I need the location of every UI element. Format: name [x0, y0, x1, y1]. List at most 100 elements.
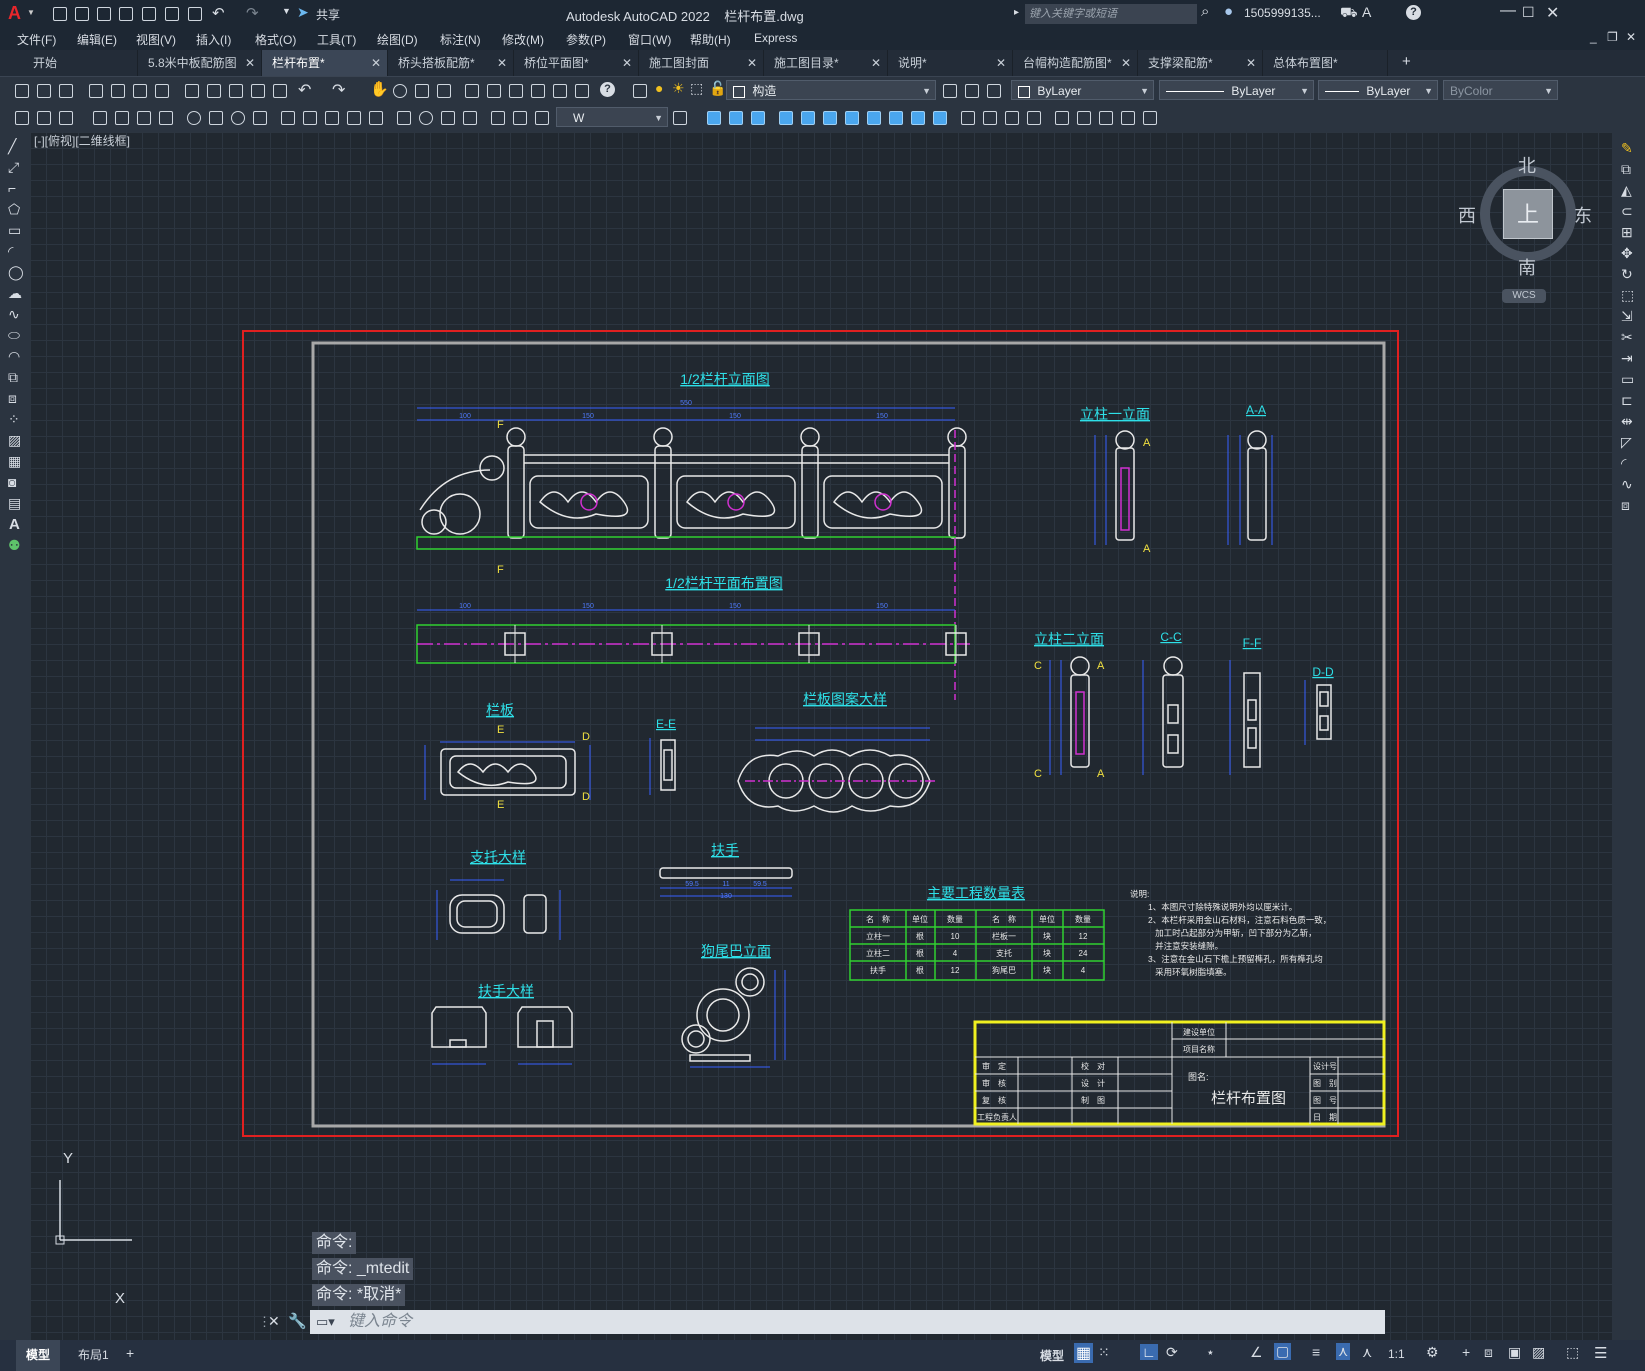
tab-drawing[interactable]: 支撑梁配筋* ✕	[1138, 50, 1263, 76]
table-icon[interactable]: ▤	[8, 495, 21, 512]
layout-tab-model[interactable]: 模型	[16, 1340, 61, 1371]
share-button[interactable]: 共享	[316, 6, 340, 23]
copy-icon[interactable]	[206, 83, 222, 99]
menu-express[interactable]: Express	[754, 31, 797, 45]
menu-dimension[interactable]: 标注(N)	[440, 31, 481, 48]
dim-jogged-icon[interactable]	[208, 110, 224, 126]
menu-tools[interactable]: 工具(T)	[317, 31, 356, 48]
units-icon[interactable]: ⧈	[1484, 1344, 1493, 1361]
break-at-point-icon[interactable]: ▭	[1621, 371, 1634, 388]
lineweight-display-icon[interactable]: ≡	[1312, 1344, 1320, 1360]
search-expand-icon[interactable]: ▸	[1014, 7, 1019, 18]
dim-update-icon[interactable]	[534, 110, 550, 126]
menu-help[interactable]: 帮助(H)	[690, 31, 731, 48]
tab-close-icon[interactable]: ✕	[747, 50, 757, 76]
snap-icon[interactable]: ⁙	[1098, 1344, 1110, 1361]
dim-aligned-icon[interactable]	[114, 110, 130, 126]
polygon-icon[interactable]: ⬠	[8, 201, 20, 218]
quick-properties-icon[interactable]: ▣	[1508, 1344, 1521, 1361]
point-icon[interactable]: ⁘	[8, 411, 20, 428]
revolve-icon[interactable]	[844, 110, 860, 126]
move-icon[interactable]: ✥	[1621, 245, 1633, 262]
intersect-icon[interactable]	[932, 110, 948, 126]
redo-icon[interactable]: ↷	[332, 80, 345, 100]
tab-drawing[interactable]: 桥位平面图* ✕	[514, 50, 639, 76]
dim-arc-icon[interactable]	[136, 110, 152, 126]
tab-drawing-active[interactable]: 栏杆布置* ✕	[262, 50, 388, 76]
command-close-icon[interactable]: ✕	[268, 1313, 280, 1330]
3d-array-icon[interactable]	[1120, 110, 1136, 126]
publish-icon[interactable]	[132, 83, 148, 99]
minimize-icon[interactable]: —	[1500, 2, 1516, 20]
new-tab-icon[interactable]: +	[1402, 53, 1411, 70]
redo-icon[interactable]: ↷	[246, 4, 259, 22]
hatch-icon[interactable]: ▨	[8, 432, 21, 449]
menu-view[interactable]: 视图(V)	[136, 31, 176, 48]
stretch-icon[interactable]: ⇲	[1621, 308, 1633, 325]
menu-window[interactable]: 窗口(W)	[628, 31, 671, 48]
layer-state-icon[interactable]	[986, 83, 1002, 99]
open-web-icon[interactable]	[141, 6, 157, 22]
tab-close-icon[interactable]: ✕	[245, 50, 255, 76]
erase-icon[interactable]: ✎	[1621, 140, 1633, 157]
app-menu-arrow-icon[interactable]: ▼	[27, 8, 35, 17]
section-icon[interactable]	[1004, 110, 1020, 126]
offset-icon[interactable]: ⊂	[1621, 203, 1633, 220]
construction-line-icon[interactable]: ⤢	[8, 159, 19, 176]
save-web-icon[interactable]	[164, 6, 180, 22]
command-customize-icon[interactable]: 🔧	[288, 1312, 307, 1330]
slice-icon[interactable]	[960, 110, 976, 126]
menu-file[interactable]: 文件(F)	[17, 31, 56, 48]
jogged-linear-icon[interactable]	[462, 110, 478, 126]
dim-ordinate-icon[interactable]	[158, 110, 174, 126]
dim-break-icon[interactable]	[368, 110, 384, 126]
ellipse-icon[interactable]: ⬭	[8, 327, 20, 344]
menu-edit[interactable]: 编辑(E)	[77, 31, 117, 48]
block-editor-icon[interactable]	[272, 83, 288, 99]
viewcube-east[interactable]: 东	[1574, 202, 1592, 228]
undo-icon[interactable]: ↶	[212, 4, 225, 22]
save-icon[interactable]	[58, 83, 74, 99]
blend-curves-icon[interactable]: ∿	[1621, 476, 1633, 493]
viewcube-west[interactable]: 西	[1458, 202, 1476, 228]
tab-close-icon[interactable]: ✕	[497, 50, 507, 76]
tab-drawing[interactable]: 总体布置图*	[1263, 50, 1388, 76]
break-icon[interactable]: ⊏	[1621, 392, 1633, 409]
dim-diameter-icon[interactable]	[230, 110, 246, 126]
search-icon[interactable]: ⌕	[1201, 3, 1209, 20]
lineweight-dropdown[interactable]: ByLayer ▼	[1318, 80, 1438, 100]
spline-icon[interactable]: ∿	[8, 306, 20, 323]
help-icon[interactable]: ?	[1406, 5, 1421, 20]
user-icon[interactable]: ●	[1224, 3, 1233, 20]
dimstyle-dropdown[interactable]: W ▼	[556, 107, 668, 127]
tab-drawing[interactable]: 桥头搭板配筋* ✕	[388, 50, 514, 76]
dim-text-edit-icon[interactable]	[512, 110, 528, 126]
ellipse-arc-icon[interactable]: ◠	[8, 348, 20, 365]
dim-edit-icon[interactable]	[490, 110, 506, 126]
grid-icon[interactable]: ▦	[1074, 1343, 1094, 1363]
dim-space-icon[interactable]	[346, 110, 362, 126]
tab-drawing[interactable]: 施工图目录* ✕	[764, 50, 888, 76]
layer-lock-icon[interactable]: 🔓	[709, 80, 726, 97]
3dprint-icon[interactable]	[154, 83, 170, 99]
presspull-icon[interactable]	[800, 110, 816, 126]
user-account[interactable]: 1505999135...	[1244, 6, 1321, 20]
zoom-window-icon[interactable]	[414, 83, 430, 99]
autodesk-a360-icon[interactable]: A	[1362, 4, 1371, 20]
tab-close-icon[interactable]: ✕	[622, 50, 632, 76]
fillet-icon[interactable]: ◜	[1621, 455, 1626, 472]
flatshot-icon[interactable]	[1026, 110, 1042, 126]
quickcalc-icon[interactable]	[574, 83, 590, 99]
explode-icon[interactable]: ⧈	[1621, 497, 1630, 514]
autocad-logo-icon[interactable]: A	[8, 3, 21, 24]
revision-cloud-icon[interactable]: ☁	[8, 285, 22, 302]
copy-object-icon[interactable]: ⧉	[1621, 161, 1631, 178]
polar-tracking-icon[interactable]: ⟳	[1166, 1344, 1178, 1361]
tab-close-icon[interactable]: ✕	[1246, 50, 1256, 76]
polyline-icon[interactable]: ⌐	[8, 180, 16, 196]
extend-icon[interactable]: ⇥	[1621, 350, 1633, 367]
qnew-icon[interactable]	[14, 83, 30, 99]
menu-draw[interactable]: 绘图(D)	[377, 31, 418, 48]
open-icon[interactable]	[36, 83, 52, 99]
add-selected-icon[interactable]: ⚉	[8, 537, 21, 554]
